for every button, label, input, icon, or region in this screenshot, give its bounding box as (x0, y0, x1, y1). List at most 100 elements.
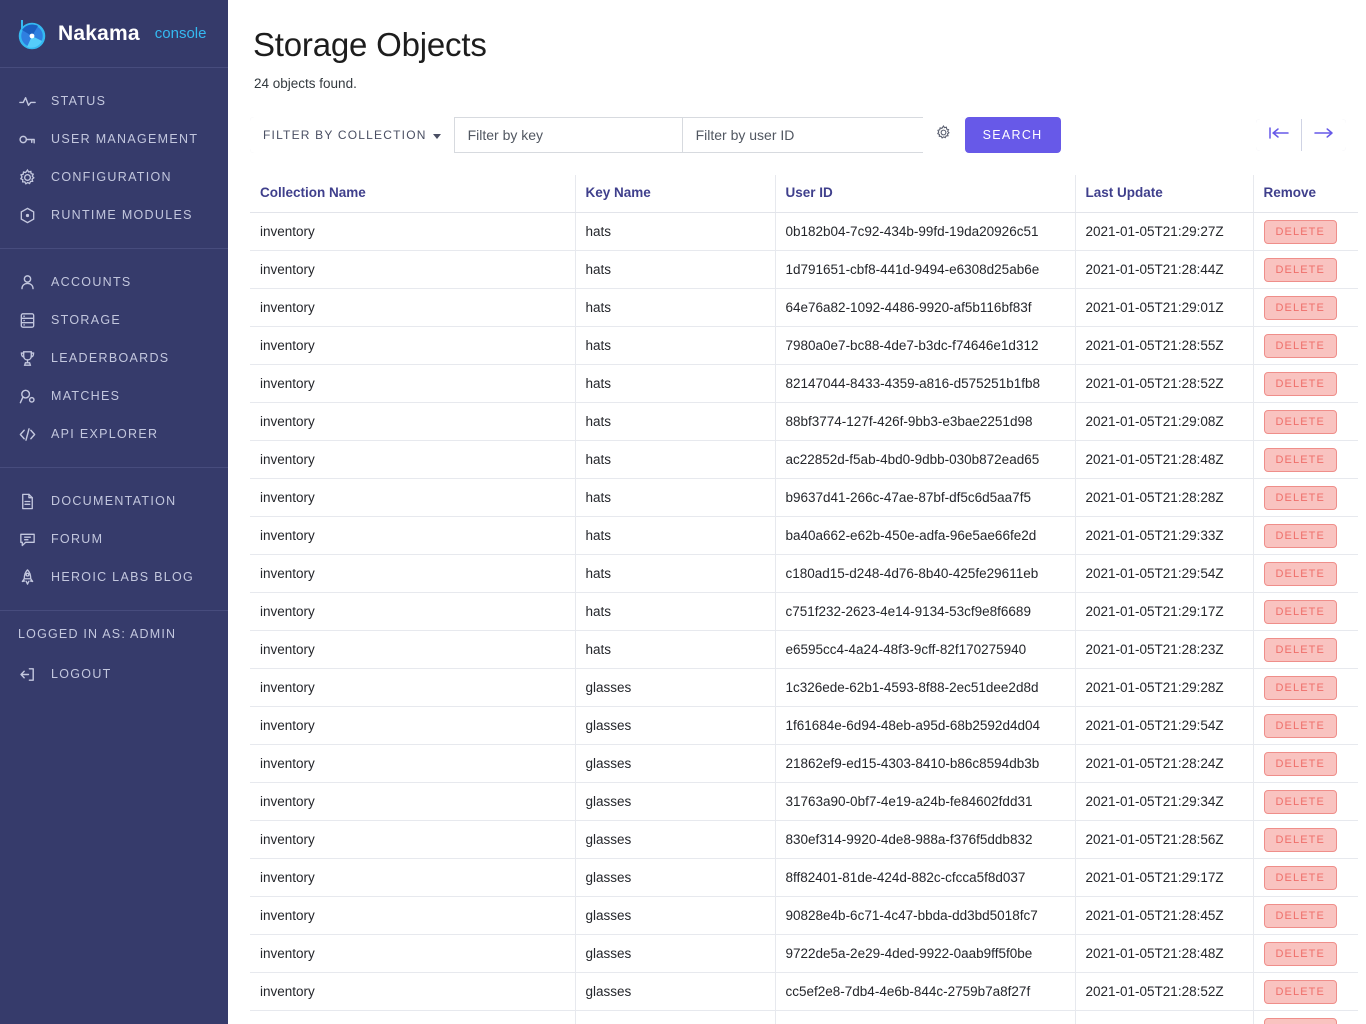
next-page-button[interactable] (1301, 119, 1346, 151)
delete-button[interactable]: DELETE (1263, 941, 1337, 966)
table-body: inventory hats 0b182b04-7c92-434b-99fd-19d… (250, 212, 1358, 1024)
search-button[interactable]: SEARCH (964, 117, 1061, 153)
sidebar-item-label: HEROIC LABS BLOG (51, 570, 195, 584)
delete-button[interactable]: DELETE (1263, 751, 1337, 776)
column-header-collection-name: Collection Name (250, 175, 576, 213)
cell-collection: inventory (250, 820, 576, 859)
cell-user_id: b9637d41-266c-47ae-87bf-df5c6d5aa7f5 (775, 478, 1076, 517)
delete-button[interactable]: DELETE (1263, 789, 1337, 814)
brand-header[interactable]: Nakama console (0, 0, 228, 68)
sidebar-item-api-explorer[interactable]: API EXPLORER (0, 415, 228, 453)
cell-user_id: 7980a0e7-bc88-4de7-b3dc-f74646e1d312 (775, 326, 1076, 365)
table-row: inventory glasses 9722de5a-2e29-4ded-9922-… (250, 934, 1358, 973)
first-page-button[interactable] (1256, 119, 1301, 151)
column-header-last-update: Last Update (1075, 175, 1254, 213)
delete-button[interactable]: DELETE (1263, 219, 1337, 244)
cell-remove: DELETE (1253, 592, 1358, 631)
delete-button[interactable]: DELETE (1263, 257, 1337, 282)
filter-settings-button[interactable] (922, 117, 965, 153)
key-filter-input[interactable] (454, 117, 683, 153)
brand-title: Nakama (58, 21, 140, 45)
cell-collection: inventory (250, 744, 576, 783)
delete-button[interactable]: DELETE (1263, 675, 1337, 700)
sidebar-item-label: CONFIGURATION (51, 170, 172, 184)
table-row: inventory hats e6595cc4-4a24-48f3-9cff-82f… (250, 630, 1358, 669)
cell-key: glasses (575, 820, 776, 859)
cell-remove: DELETE (1253, 440, 1358, 479)
cell-collection: inventory (250, 364, 576, 403)
sidebar-group-links: DOCUMENTATION FORUM HEROIC LABS BLOG (0, 468, 228, 611)
collection-filter-dropdown[interactable]: FILTER BY COLLECTION (250, 117, 455, 153)
sidebar-item-storage[interactable]: STORAGE (0, 301, 228, 339)
sidebar-item-accounts[interactable]: ACCOUNTS (0, 263, 228, 301)
delete-button[interactable]: DELETE (1263, 561, 1337, 586)
table-header: Collection Name Key Name User ID Last Up… (250, 175, 1358, 213)
sidebar-item-matches[interactable]: MATCHES (0, 377, 228, 415)
cell-user_id: 88bf3774-127f-426f-9bb3-e3bae2251d98 (775, 402, 1076, 441)
table-row: inventory hats b9637d41-266c-47ae-87bf-df5… (250, 478, 1358, 517)
delete-button[interactable]: DELETE (1263, 827, 1337, 852)
cell-key: hats (575, 250, 776, 289)
cell-last_update: 2021-01-05T21:29:17Z (1075, 592, 1254, 631)
table-row: inventory glasses 31763a90-0bf7-4e19-a24b-… (250, 782, 1358, 821)
cell-user_id: cc5ef2e8-7db4-4e6b-844c-2759b7a8f27f (775, 972, 1076, 1011)
cell-last_update: 2021-01-05T21:28:28Z (1075, 478, 1254, 517)
sidebar-item-documentation[interactable]: DOCUMENTATION (0, 482, 228, 520)
cell-last_update: 2021-01-05T21:29:54Z (1075, 706, 1254, 745)
delete-button[interactable]: DELETE (1263, 523, 1337, 548)
delete-button[interactable]: DELETE (1263, 409, 1337, 434)
sidebar-item-user-management[interactable]: USER MANAGEMENT (0, 120, 228, 158)
cell-last_update: 2021-01-05T21:28:24Z (1075, 744, 1254, 783)
cell-collection: inventory (250, 288, 576, 327)
sidebar-item-leaderboards[interactable]: LEADERBOARDS (0, 339, 228, 377)
delete-button[interactable]: DELETE (1263, 599, 1337, 624)
logout-button[interactable]: LOGOUT (0, 655, 228, 693)
sidebar-item-runtime-modules[interactable]: RUNTIME MODULES (0, 196, 228, 234)
key-icon (18, 130, 37, 149)
cell-user_id: c751f232-2623-4e14-9134-53cf9e8f6689 (775, 592, 1076, 631)
cell-last_update: 2021-01-05T21:28:55Z (1075, 326, 1254, 365)
cell-last_update: 2021-01-05T21:28:45Z (1075, 896, 1254, 935)
filter-input-group: FILTER BY COLLECTION (250, 117, 965, 153)
gear-icon (935, 124, 952, 146)
cell-remove: DELETE (1253, 288, 1358, 327)
cell-collection: inventory (250, 706, 576, 745)
delete-button[interactable]: DELETE (1263, 333, 1337, 358)
delete-button[interactable]: DELETE (1263, 485, 1337, 510)
delete-button[interactable]: DELETE (1263, 1017, 1337, 1024)
cell-last_update: 2021-01-05T21:29:17Z (1075, 858, 1254, 897)
cell-last_update: 2021-01-05T21:28:52Z (1075, 972, 1254, 1011)
delete-button[interactable]: DELETE (1263, 713, 1337, 738)
sidebar-item-label: ACCOUNTS (51, 275, 132, 289)
sidebar-item-forum[interactable]: FORUM (0, 520, 228, 558)
cell-key: hats (575, 326, 776, 365)
cell-key: hats (575, 288, 776, 327)
cell-user_id: 0b182b04-7c92-434b-99fd-19da20926c51 (775, 212, 1076, 251)
cell-last_update: 2021-01-05T21:28:56Z (1075, 820, 1254, 859)
delete-button[interactable]: DELETE (1263, 447, 1337, 472)
database-icon (18, 311, 37, 330)
delete-button[interactable]: DELETE (1263, 637, 1337, 662)
sidebar-item-configuration[interactable]: CONFIGURATION (0, 158, 228, 196)
sidebar-group-resources: ACCOUNTS STORAGE LEADERBOARDS MATCHES AP… (0, 249, 228, 468)
cell-key: hats (575, 402, 776, 441)
user-id-filter-input[interactable] (682, 117, 923, 153)
cell-last_update: 2021-01-05T21:28:48Z (1075, 440, 1254, 479)
delete-button[interactable]: DELETE (1263, 865, 1337, 890)
cell-user_id: 82147044-8433-4359-a816-d575251b1fb8 (775, 364, 1076, 403)
table-row: inventory hats c180ad15-d248-4d76-8b40-425… (250, 554, 1358, 593)
delete-button[interactable]: DELETE (1263, 295, 1337, 320)
cell-user_id: 90828e4b-6c71-4c47-bbda-dd3bd5018fc7 (775, 896, 1076, 935)
table-row: inventory hats 82147044-8433-4359-a816-d57… (250, 364, 1358, 403)
delete-button[interactable]: DELETE (1263, 371, 1337, 396)
sidebar-item-label: STORAGE (51, 313, 121, 327)
sidebar-footer: LOGGED IN AS: ADMIN LOGOUT (0, 611, 228, 703)
delete-button[interactable]: DELETE (1263, 979, 1337, 1004)
cell-collection: inventory (250, 934, 576, 973)
sidebar-item-status[interactable]: STATUS (0, 82, 228, 120)
cell-last_update: 2021-01-05T21:29:28Z (1075, 668, 1254, 707)
delete-button[interactable]: DELETE (1263, 903, 1337, 928)
cell-user_id: c180ad15-d248-4d76-8b40-425fe29611eb (775, 554, 1076, 593)
cell-user_id: 830ef314-9920-4de8-988a-f376f5ddb832 (775, 820, 1076, 859)
sidebar-item-heroic-labs-blog[interactable]: HEROIC LABS BLOG (0, 558, 228, 596)
